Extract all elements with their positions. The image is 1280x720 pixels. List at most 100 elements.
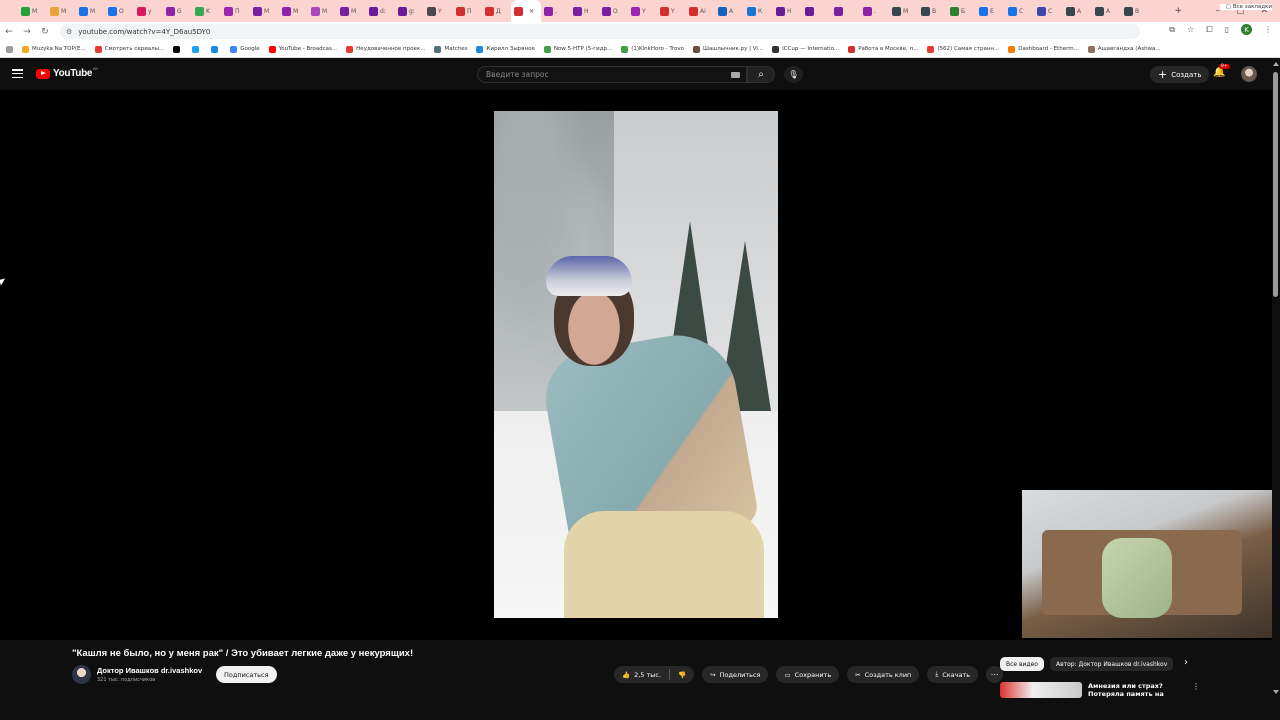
browser-tab[interactable]: Б <box>947 0 976 22</box>
scroll-up-arrow[interactable] <box>1273 62 1279 66</box>
browser-tab[interactable]: M <box>47 0 76 22</box>
browser-tab[interactable]: d: <box>366 0 395 22</box>
url-field[interactable]: ⚙ youtube.com/watch?v=4Y_D6au5DY0 <box>60 24 1140 39</box>
account-avatar[interactable] <box>1241 66 1257 82</box>
recommended-thumbnail[interactable] <box>1000 682 1082 698</box>
browser-tab[interactable]: М <box>279 0 308 22</box>
browser-tab[interactable]: Н <box>773 0 802 22</box>
browser-tab[interactable]: у <box>134 0 163 22</box>
voice-search-button[interactable]: 🎙 <box>784 66 803 83</box>
video-frame[interactable] <box>494 111 778 618</box>
bookmark-item[interactable]: Смотреть сериалы... <box>94 45 164 53</box>
browser-tab[interactable]: Е <box>976 0 1005 22</box>
clip-button[interactable]: ✂ Создать клип <box>847 666 920 683</box>
bookmark-item[interactable]: Google <box>230 45 260 53</box>
share-button[interactable]: ↪ Поделиться <box>702 666 769 683</box>
bookmark-item[interactable]: (562) Самая странн... <box>927 45 999 53</box>
new-tab-icon[interactable]: + <box>1174 6 1182 16</box>
apps-icon[interactable] <box>6 45 13 53</box>
browser-tab[interactable]: g: <box>395 0 424 22</box>
notifications-button[interactable]: 🔔 9+ <box>1213 64 1230 78</box>
forward-icon[interactable]: → <box>18 27 36 37</box>
bookmark-item[interactable]: Dashboard - Etherm... <box>1008 45 1079 53</box>
bookmark-item[interactable]: Неудоваченное проек... <box>346 45 425 53</box>
browser-tab[interactable]: К <box>744 0 773 22</box>
browser-tab[interactable]: O <box>105 0 134 22</box>
bookmark-item[interactable]: Кирилл Зыряное <box>476 45 535 53</box>
extensions-icon[interactable]: ⧠ <box>1206 25 1212 35</box>
browser-tab[interactable]: Ai <box>686 0 715 22</box>
browser-tab[interactable]: С <box>1034 0 1063 22</box>
browser-tab[interactable]: A <box>715 0 744 22</box>
all-bookmarks[interactable]: ▢ Все закладки <box>1219 4 1272 10</box>
bookmark-item[interactable]: YouTube - Broadcas... <box>268 45 337 53</box>
browser-tab[interactable]: Y <box>424 0 453 22</box>
browser-tab[interactable] <box>831 0 860 22</box>
hamburger-menu-icon[interactable] <box>12 69 23 78</box>
site-info-icon[interactable]: ⚙ <box>66 28 72 36</box>
subscribe-button[interactable]: Подписаться <box>216 666 277 683</box>
search-button[interactable]: ⌕ <box>747 66 775 83</box>
browser-tab[interactable]: Y <box>628 0 657 22</box>
browser-tab[interactable]: М <box>250 0 279 22</box>
install-icon[interactable]: ⧉ <box>1169 25 1175 35</box>
recommended-title[interactable]: Амнезия или страх? Потеряла память на ра… <box>1088 682 1188 698</box>
profile-avatar[interactable]: K <box>1241 24 1252 35</box>
bookmark-item[interactable]: Шашлычник.ру | Vi... <box>693 45 763 53</box>
search-input[interactable]: Введите запрос <box>477 66 747 83</box>
browser-tab[interactable]: П <box>453 0 482 22</box>
browser-tab[interactable]: С <box>1005 0 1034 22</box>
channel-avatar[interactable] <box>72 665 91 684</box>
browser-tab[interactable]: . <box>860 0 889 22</box>
chevron-right-icon[interactable]: › <box>1184 657 1188 668</box>
recommended-more-icon[interactable]: ⋮ <box>1192 682 1200 691</box>
bookmark-item[interactable]: Работа в Москве, п... <box>848 45 918 53</box>
kebab-menu-icon[interactable]: ⋮ <box>1264 25 1272 34</box>
browser-tab[interactable]: G <box>163 0 192 22</box>
chip-author[interactable]: Автор: Доктор Ивашков dr.ivashkov <box>1049 657 1174 671</box>
browser-tab[interactable]: M <box>18 0 47 22</box>
like-button[interactable]: 👍 2,5 тыс. <box>614 669 671 680</box>
browser-tab[interactable]: А <box>1063 0 1092 22</box>
bookmark-item[interactable]: Matches <box>434 45 467 53</box>
channel-name[interactable]: Доктор Ивашков dr.ivashkov <box>97 666 202 675</box>
download-button[interactable]: ⤓ Скачать <box>927 666 979 683</box>
browser-tab[interactable]: Д <box>482 0 511 22</box>
bookmark-item[interactable]: Ашавгандха (Ashwa... <box>1087 45 1161 53</box>
scroll-down-arrow[interactable] <box>1273 690 1279 694</box>
bookmark-item[interactable] <box>192 45 202 53</box>
browser-tab[interactable]: В <box>918 0 947 22</box>
tab-close-icon[interactable]: ✕ <box>529 8 534 15</box>
keyboard-icon[interactable] <box>731 72 740 78</box>
bookmark-item[interactable]: Muzyka Na TOP(E... <box>22 45 86 53</box>
sidebar-icon[interactable]: ▯ <box>1225 25 1229 34</box>
browser-tab[interactable]: M <box>76 0 105 22</box>
browser-tab[interactable]: Y <box>657 0 686 22</box>
bookmark-item[interactable] <box>173 45 183 53</box>
browser-tab[interactable]: О <box>599 0 628 22</box>
chip-all-videos[interactable]: Все видео <box>1000 657 1044 671</box>
scroll-thumb[interactable] <box>1273 72 1278 297</box>
save-button[interactable]: ▭ Сохранить <box>776 666 840 683</box>
browser-tab[interactable]: ✕ <box>511 0 541 22</box>
bookmark-item[interactable]: (1)KinkHoro - Trovo <box>621 45 684 53</box>
youtube-logo[interactable]: YouTube BY <box>36 66 98 79</box>
browser-tab[interactable]: А <box>1092 0 1121 22</box>
bookmark-item[interactable] <box>211 45 221 53</box>
star-icon[interactable]: ☆ <box>1187 25 1194 34</box>
browser-tab[interactable]: Н <box>570 0 599 22</box>
browser-tab[interactable]: В <box>1121 0 1150 22</box>
browser-tab[interactable]: М <box>308 0 337 22</box>
browser-tab[interactable]: K <box>192 0 221 22</box>
browser-tab[interactable]: П <box>221 0 250 22</box>
bookmark-item[interactable]: iCCup — Internatio... <box>772 45 839 53</box>
browser-tab[interactable]: , <box>541 0 570 22</box>
bookmark-item[interactable]: Now 5-HTP (5-гидр... <box>543 45 612 53</box>
create-button[interactable]: + Создать <box>1150 66 1210 83</box>
dislike-button[interactable]: 👎 <box>670 671 694 679</box>
browser-tab[interactable]: М <box>337 0 366 22</box>
page-scrollbar[interactable] <box>1272 58 1280 720</box>
reload-icon[interactable]: ↻ <box>36 27 54 37</box>
back-icon[interactable]: ← <box>0 27 18 37</box>
browser-tab[interactable]: М <box>889 0 918 22</box>
